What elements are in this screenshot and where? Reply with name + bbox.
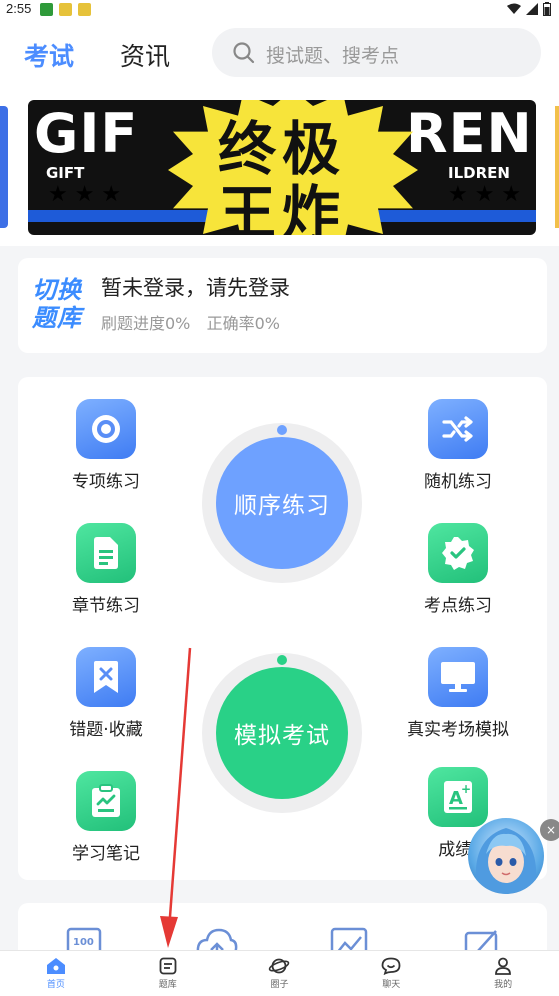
feature-grid: 专项练习 随机练习 章节练习 考点练习 错题·收藏 真实考场模拟 学习笔记 A … <box>18 377 547 880</box>
tab-news[interactable]: 资讯 <box>120 37 170 73</box>
mock-exam-ring[interactable]: 模拟考试 <box>202 653 362 813</box>
switch-question-bank-button[interactable]: 切换题库 <box>32 276 90 332</box>
target-icon <box>76 399 136 459</box>
login-stats: 刷题进度0% 正确率0% <box>101 310 280 334</box>
chapter-practice-button[interactable]: 章节练习 <box>46 523 166 616</box>
keypoint-practice-label: 考点练习 <box>424 596 492 616</box>
nav-chat-label: 聊天 <box>382 980 401 990</box>
sequential-practice-button[interactable]: 顺序练习 <box>216 437 348 569</box>
special-practice-button[interactable]: 专项练习 <box>46 399 166 492</box>
mock-exam-button[interactable]: 模拟考试 <box>216 667 348 799</box>
nav-chat[interactable]: 聊天 <box>335 951 447 996</box>
login-prompt[interactable]: 暂未登录，请先登录 <box>101 272 290 302</box>
monitor-icon <box>428 647 488 707</box>
special-practice-label: 专项练习 <box>72 472 140 492</box>
bottom-nav: 首页 题库 圈子 聊天 我的 <box>0 950 559 996</box>
bookmark-x-icon <box>76 647 136 707</box>
notification-icon <box>59 3 72 16</box>
nav-circle-label: 圈子 <box>270 980 289 990</box>
search-placeholder: 搜试题、搜考点 <box>266 45 400 67</box>
clipboard-edit-icon <box>76 771 136 831</box>
mistakes-favorites-label: 错题·收藏 <box>69 720 143 740</box>
document-icon <box>76 523 136 583</box>
nav-home[interactable]: 首页 <box>0 951 112 996</box>
notification-icon <box>40 3 53 16</box>
avatar-close-button[interactable]: × <box>540 819 559 841</box>
mock-exam-label: 模拟考试 <box>234 723 330 749</box>
wifi-icon <box>507 3 521 14</box>
status-time: 2:55 <box>6 1 32 16</box>
shuffle-icon <box>428 399 488 459</box>
sequential-practice-ring[interactable]: 顺序练习 <box>202 423 362 583</box>
accuracy-text: 正确率0% <box>206 314 280 333</box>
question-bank-icon <box>159 957 177 975</box>
mistakes-favorites-button[interactable]: 错题·收藏 <box>46 647 166 740</box>
nav-profile-label: 我的 <box>494 980 513 990</box>
search-bar[interactable]: 搜试题、搜考点 <box>212 28 541 77</box>
notification-icon <box>78 3 91 16</box>
grade-a-plus-icon: A + <box>428 767 488 827</box>
nav-home-label: 首页 <box>46 980 65 990</box>
chapter-practice-label: 章节练习 <box>72 596 140 616</box>
keypoint-practice-button[interactable]: 考点练习 <box>398 523 518 616</box>
home-icon <box>46 958 65 974</box>
nav-question-bank-label: 题库 <box>158 980 177 990</box>
promo-banner[interactable]: GIF REN GIFT ILDREN ★ ★ ★ ★ ★ ★ 终极 王炸 <box>28 100 536 235</box>
system-icons <box>507 2 551 16</box>
banner-next-peek[interactable] <box>555 106 559 228</box>
login-card[interactable]: 切换题库 暂未登录，请先登录 刷题进度0% 正确率0% <box>18 258 547 353</box>
ring-progress-dot <box>277 655 287 665</box>
assistant-avatar[interactable] <box>468 818 544 894</box>
planet-icon <box>269 958 290 974</box>
tab-exam[interactable]: 考试 <box>24 37 74 73</box>
profile-icon <box>495 957 511 975</box>
study-notes-button[interactable]: 学习笔记 <box>46 771 166 864</box>
chat-icon <box>381 957 401 975</box>
banner-prev-peek[interactable] <box>0 106 8 228</box>
progress-text: 刷题进度0% <box>101 314 191 333</box>
signal-icon <box>526 3 538 15</box>
study-notes-label: 学习笔记 <box>72 844 140 864</box>
nav-circle[interactable]: 圈子 <box>224 951 336 996</box>
random-practice-label: 随机练习 <box>424 472 492 492</box>
battery-icon <box>543 2 551 16</box>
svg-text:+: + <box>461 782 471 796</box>
nav-question-bank[interactable]: 题库 <box>112 951 224 996</box>
search-icon <box>233 42 255 64</box>
nav-profile[interactable]: 我的 <box>447 951 559 996</box>
banner-headline-2: 王炸 <box>217 179 346 235</box>
real-exam-simulation-button[interactable]: 真实考场模拟 <box>398 647 518 740</box>
avatar-portrait <box>475 828 537 894</box>
ring-progress-dot <box>277 425 287 435</box>
top-header: 考试 资讯 搜试题、搜考点 <box>0 20 559 88</box>
random-practice-button[interactable]: 随机练习 <box>398 399 518 492</box>
real-exam-simulation-label: 真实考场模拟 <box>407 720 509 740</box>
status-bar: 2:55 <box>0 0 559 20</box>
badge-check-icon <box>428 523 488 583</box>
sequential-practice-label: 顺序练习 <box>234 493 330 519</box>
svg-text:100: 100 <box>73 937 94 948</box>
